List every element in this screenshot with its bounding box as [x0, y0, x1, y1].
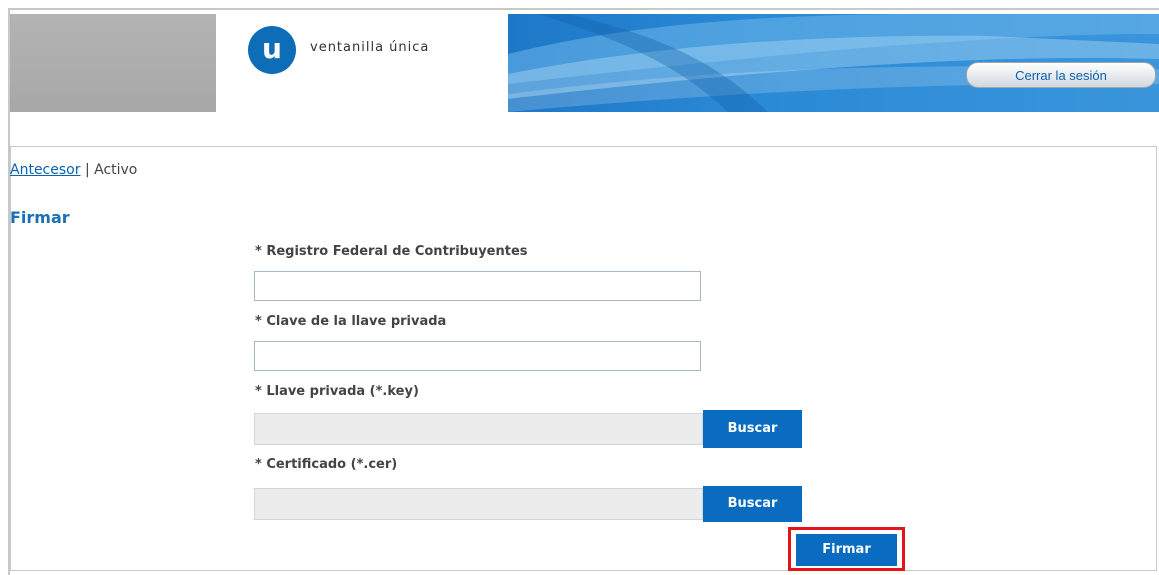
breadcrumb-current: Activo	[94, 162, 138, 178]
private-key-browse-button[interactable]: Buscar	[703, 410, 802, 448]
rfc-label: * Registro Federal de Contribuyentes	[255, 244, 528, 259]
certificate-file-label: * Certificado (*.cer)	[255, 457, 398, 472]
header-gray-panel	[10, 14, 217, 112]
header-banner: u ventanilla única Cerrar la sesión	[10, 14, 1159, 112]
logo-area: u ventanilla única	[216, 14, 508, 112]
breadcrumb: Antecesor | Activo	[10, 162, 137, 178]
page-title: Firmar	[10, 208, 70, 227]
sign-submit-button[interactable]: Firmar	[796, 534, 897, 566]
logo-icon: u	[248, 26, 296, 74]
private-key-file-label: * Llave privada (*.key)	[255, 384, 419, 399]
certificate-file-field[interactable]	[254, 488, 703, 520]
logout-button[interactable]: Cerrar la sesión	[966, 62, 1156, 88]
private-key-password-label: * Clave de la llave privada	[255, 314, 447, 329]
rfc-input[interactable]	[254, 271, 701, 301]
certificate-browse-button[interactable]: Buscar	[703, 486, 802, 522]
private-key-password-input[interactable]	[254, 341, 701, 371]
private-key-file-field[interactable]	[254, 413, 703, 445]
breadcrumb-separator: |	[84, 162, 90, 178]
breadcrumb-link-antecesor[interactable]: Antecesor	[10, 162, 80, 178]
logo-text: ventanilla única	[310, 40, 430, 55]
